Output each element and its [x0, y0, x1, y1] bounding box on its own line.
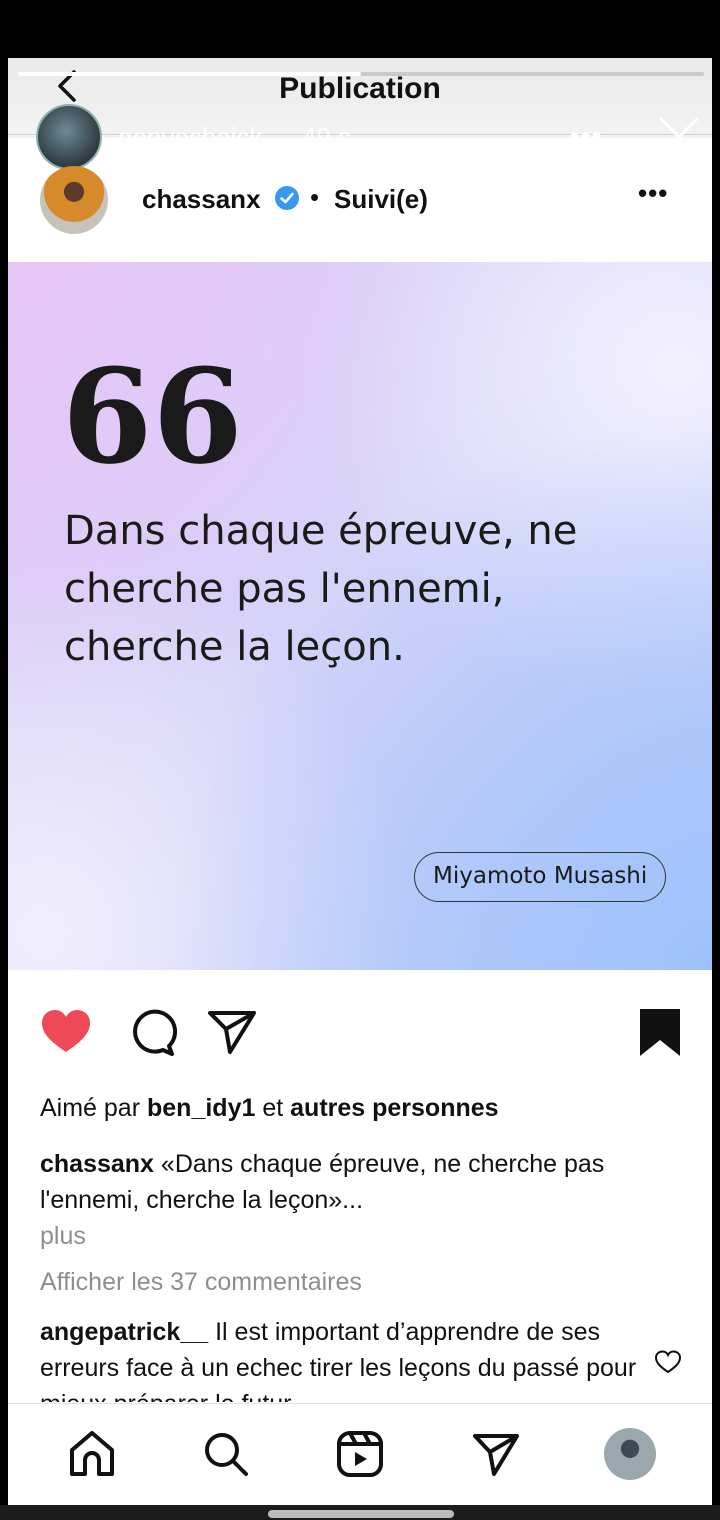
- quote-text: Dans chaque épreuve, ne cherche pas l'en…: [64, 508, 578, 670]
- caption-username[interactable]: chassanx: [40, 1150, 154, 1178]
- home-indicator[interactable]: [268, 1510, 454, 1518]
- bookmark-icon[interactable]: [632, 1004, 688, 1060]
- search-icon[interactable]: [200, 1428, 252, 1480]
- more-options-icon[interactable]: •••: [638, 178, 668, 209]
- follow-status[interactable]: Suivi(e): [334, 184, 428, 215]
- view-comments-link[interactable]: Afficher les 37 commentaires: [40, 1268, 362, 1297]
- post-screen: Publication gonyecheick 49 s ••• chassan…: [8, 58, 712, 1505]
- author-tag: Miyamoto Musashi: [414, 852, 667, 902]
- status-bar-area: [0, 0, 720, 58]
- likes-middle: et: [262, 1094, 284, 1122]
- close-icon[interactable]: [656, 114, 702, 160]
- likes-prefix: Aimé par: [40, 1094, 141, 1122]
- comment-icon[interactable]: [124, 1004, 180, 1060]
- share-icon[interactable]: [204, 1004, 260, 1060]
- profile-avatar[interactable]: [604, 1428, 656, 1480]
- bottom-navigation: [8, 1403, 712, 1505]
- story-timestamp: 49 s: [302, 122, 352, 152]
- likes-user[interactable]: ben_idy1: [147, 1094, 255, 1122]
- story-progress-bar: [18, 72, 704, 76]
- post-image[interactable]: 66 Dans chaque épreuve, ne cherche pas l…: [8, 262, 712, 970]
- post-caption: chassanx «Dans chaque épreuve, ne cherch…: [40, 1146, 690, 1218]
- comment-username[interactable]: angepatrick__: [40, 1318, 208, 1346]
- home-icon[interactable]: [66, 1428, 118, 1480]
- post-username[interactable]: chassanx: [142, 184, 261, 215]
- likes-others[interactable]: autres personnes: [290, 1094, 498, 1122]
- separator-dot: •: [310, 182, 320, 212]
- likes-line[interactable]: Aimé par ben_idy1 et autres personnes: [40, 1094, 499, 1123]
- verified-icon: [275, 186, 299, 210]
- avatar[interactable]: [40, 166, 108, 234]
- story-username[interactable]: gonyecheick: [118, 122, 263, 153]
- post-header: chassanx • Suivi(e) •••: [8, 158, 712, 248]
- comment-like-icon[interactable]: [654, 1348, 682, 1376]
- reels-icon[interactable]: [334, 1428, 386, 1480]
- send-icon[interactable]: [470, 1428, 522, 1480]
- quote-mark: 66: [62, 340, 243, 493]
- caption-more-link[interactable]: plus: [40, 1222, 86, 1251]
- story-more-icon[interactable]: •••: [570, 120, 602, 152]
- post-actions: [8, 1004, 712, 1064]
- comment-item: angepatrick__ Il est important d’apprend…: [40, 1314, 640, 1402]
- heart-icon[interactable]: [38, 1004, 94, 1060]
